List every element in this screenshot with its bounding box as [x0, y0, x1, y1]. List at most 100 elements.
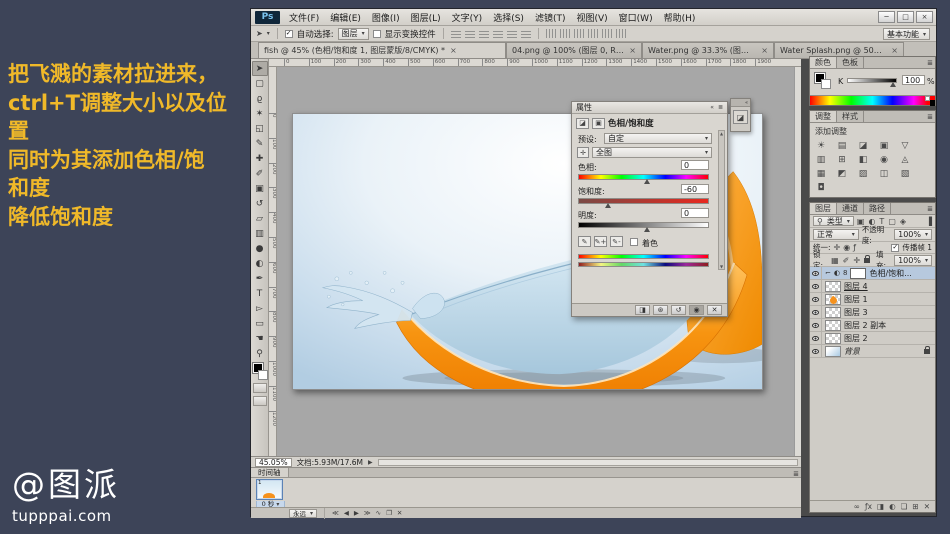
eyedropper-tool[interactable]: ✎ — [252, 136, 268, 151]
layer-row[interactable]: ⌐◐8色相/饱和... — [810, 267, 935, 280]
filter-toggle-icon[interactable]: ▐ — [926, 217, 932, 226]
play-animation-icon[interactable]: ▶ — [354, 509, 359, 517]
color-lookup-icon[interactable]: ▦ — [814, 168, 828, 179]
menu-item[interactable]: 图像(I) — [372, 11, 400, 24]
document-tab[interactable]: 04.png @ 100% (图层 0, RGB...× — [506, 42, 642, 58]
align-top-icon[interactable] — [451, 29, 461, 38]
menu-item[interactable]: 文字(Y) — [452, 11, 483, 24]
channel-mixer-icon[interactable]: ◬ — [898, 154, 912, 165]
collapse-panel-icon[interactable]: « — [710, 104, 714, 111]
lock-all-icon[interactable] — [864, 258, 870, 263]
panel-tab[interactable]: 路径 — [864, 203, 891, 214]
menu-item[interactable]: 选择(S) — [493, 11, 524, 24]
visibility-toggle[interactable] — [810, 293, 822, 306]
marquee-tool[interactable]: ▢ — [252, 76, 268, 91]
duplicate-frame-icon[interactable]: ❐ — [386, 509, 392, 517]
panel-tab[interactable]: 色板 — [837, 57, 864, 68]
workspace-switcher[interactable]: 基本功能 ▾ — [883, 28, 930, 40]
eyedropper-subtract-icon[interactable]: ✎- — [610, 236, 623, 247]
status-menu-arrow-icon[interactable]: ▶ — [368, 459, 373, 466]
layer-row[interactable]: 图层 2 — [810, 332, 935, 345]
panel-menu-icon[interactable]: ≣ — [718, 104, 723, 111]
eyedropper-add-icon[interactable]: ✎+ — [594, 236, 607, 247]
lightness-slider[interactable] — [578, 222, 709, 228]
eraser-tool[interactable]: ▱ — [252, 211, 268, 226]
filter-type-dropdown[interactable]: ⚲ 类型 ▾ — [813, 216, 854, 226]
animation-frame[interactable]: 1 — [256, 479, 283, 500]
visibility-toggle[interactable] — [810, 306, 822, 319]
tab-close-icon[interactable]: × — [450, 46, 457, 55]
k-slider[interactable] — [847, 78, 897, 83]
panel-tab[interactable]: 颜色 — [810, 57, 837, 68]
menu-item[interactable]: 视图(V) — [576, 11, 607, 24]
path-selection-tool[interactable]: ▻ — [252, 301, 268, 316]
history-brush-tool[interactable]: ↺ — [252, 196, 268, 211]
photo-filter-icon[interactable]: ◉ — [877, 154, 891, 165]
scroll-up-icon[interactable]: ▲ — [720, 131, 723, 136]
align-vcenter-icon[interactable] — [465, 29, 475, 38]
panel-scrollbar[interactable]: ▲ ▼ — [718, 130, 725, 270]
delete-adjustment-icon[interactable]: ✕ — [707, 305, 722, 315]
levels-icon[interactable]: ▤ — [835, 140, 849, 151]
layer-thumbnail[interactable] — [825, 346, 841, 357]
menu-item[interactable]: 编辑(E) — [330, 11, 361, 24]
panel-tab[interactable]: 图层 — [810, 203, 837, 214]
k-slider-thumb[interactable] — [890, 82, 896, 87]
minimize-button[interactable]: ─ — [878, 11, 895, 23]
panel-tab[interactable]: 通道 — [837, 203, 864, 214]
lock-transparency-icon[interactable]: ▦ — [831, 256, 839, 265]
clone-stamp-tool[interactable]: ▣ — [252, 181, 268, 196]
layer-row[interactable]: 图层 2 副本 — [810, 319, 935, 332]
visibility-toggle[interactable] — [810, 267, 822, 280]
distribute-top-icon[interactable] — [546, 29, 556, 38]
gradient-map-icon[interactable]: ▧ — [898, 168, 912, 179]
crop-tool[interactable]: ◱ — [252, 121, 268, 136]
hue-slider[interactable] — [578, 174, 709, 180]
distribute-left-icon[interactable] — [588, 29, 598, 38]
timeline-tab[interactable]: 时间轴 — [251, 468, 289, 477]
quick-selection-tool[interactable]: ✶ — [252, 106, 268, 121]
color-balance-icon[interactable]: ⊞ — [835, 154, 849, 165]
layer-row[interactable]: 图层 1 — [810, 293, 935, 306]
layer-thumbnail[interactable] — [825, 281, 841, 292]
distribute-right-icon[interactable] — [616, 29, 626, 38]
move-tool[interactable]: ➤ — [252, 61, 268, 76]
properties-title-bar[interactable]: 属性 « ≣ — [572, 102, 727, 114]
tool-preset-arrow-icon[interactable]: ▾ — [267, 30, 270, 37]
layer-mask-thumbnail[interactable] — [850, 268, 866, 279]
panel-tab[interactable]: 调整 — [810, 111, 837, 122]
collapse-icon[interactable]: « — [745, 100, 748, 106]
new-layer-icon[interactable]: ⊞ — [912, 502, 918, 511]
distribute-vcenter-icon[interactable] — [560, 29, 570, 38]
selective-color-icon[interactable]: ◘ — [814, 182, 828, 193]
visibility-icon[interactable]: ◉ — [689, 305, 704, 315]
visibility-toggle[interactable] — [810, 345, 822, 358]
visibility-toggle[interactable] — [810, 319, 822, 332]
lock-pixels-icon[interactable]: ✐ — [843, 256, 850, 265]
saturation-slider[interactable] — [578, 198, 709, 204]
saturation-slider-thumb[interactable] — [605, 203, 611, 208]
layer-row[interactable]: 图层 4 — [810, 280, 935, 293]
delete-layer-icon[interactable]: ✕ — [924, 502, 930, 511]
menu-item[interactable]: 帮助(H) — [664, 11, 696, 24]
delete-frame-icon[interactable]: ✕ — [397, 509, 402, 517]
curves-icon[interactable]: ◪ — [856, 140, 870, 151]
panel-menu-icon[interactable]: ≣ — [793, 470, 799, 478]
layer-thumbnail[interactable] — [825, 320, 841, 331]
align-bottom-icon[interactable] — [479, 29, 489, 38]
loop-dropdown[interactable]: 永远 ▾ — [289, 509, 317, 518]
hue-value[interactable]: 0 — [681, 160, 709, 170]
layer-thumbnail[interactable] — [825, 307, 841, 318]
collapsed-panel-button[interactable]: ◪ — [733, 110, 748, 124]
zoom-tool[interactable]: ⚲ — [252, 346, 268, 361]
healing-brush-tool[interactable]: ✚ — [252, 151, 268, 166]
layer-style-icon[interactable]: ƒx — [865, 502, 872, 511]
tab-close-icon[interactable]: × — [891, 46, 898, 55]
layer-mask-icon[interactable]: ◨ — [877, 502, 884, 511]
unify-visibility-icon[interactable]: ◉ — [843, 243, 850, 252]
quick-mask-button[interactable] — [253, 383, 267, 393]
visibility-toggle[interactable] — [810, 280, 822, 293]
pen-tool[interactable]: ✒ — [252, 271, 268, 286]
vibrance-icon[interactable]: ▽ — [898, 140, 912, 151]
align-hcenter-icon[interactable] — [507, 29, 517, 38]
